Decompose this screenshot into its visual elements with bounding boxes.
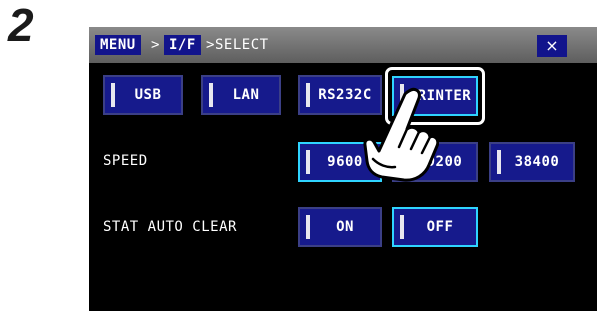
step-number: 2: [8, 0, 34, 51]
breadcrumb-if[interactable]: I/F: [164, 35, 201, 55]
breadcrumb-separator: >: [206, 37, 215, 53]
button-label: OFF: [426, 219, 454, 235]
stat-auto-clear-on-button[interactable]: ON: [298, 207, 382, 247]
pointing-hand-icon: [363, 87, 439, 182]
breadcrumb-select: SELECT: [215, 37, 269, 53]
interface-usb-button[interactable]: USB: [103, 75, 183, 115]
button-label: LAN: [232, 87, 260, 103]
button-label: 38400: [514, 154, 560, 170]
stat-auto-clear-label: STAT AUTO CLEAR: [103, 219, 237, 235]
speed-label: SPEED: [103, 153, 148, 169]
title-bar: MENU > I/F > SELECT ×: [89, 27, 597, 63]
button-label: USB: [134, 87, 162, 103]
breadcrumb-menu[interactable]: MENU: [95, 35, 141, 55]
button-label: ON: [336, 219, 354, 235]
close-icon: ×: [545, 36, 559, 55]
interface-lan-button[interactable]: LAN: [201, 75, 281, 115]
speed-38400-button[interactable]: 38400: [489, 142, 575, 182]
close-button[interactable]: ×: [537, 35, 567, 57]
stat-auto-clear-off-button[interactable]: OFF: [392, 207, 478, 247]
breadcrumb-separator: >: [151, 37, 160, 53]
device-screen: MENU > I/F > SELECT × USB LAN RS232C PRI…: [89, 27, 597, 311]
